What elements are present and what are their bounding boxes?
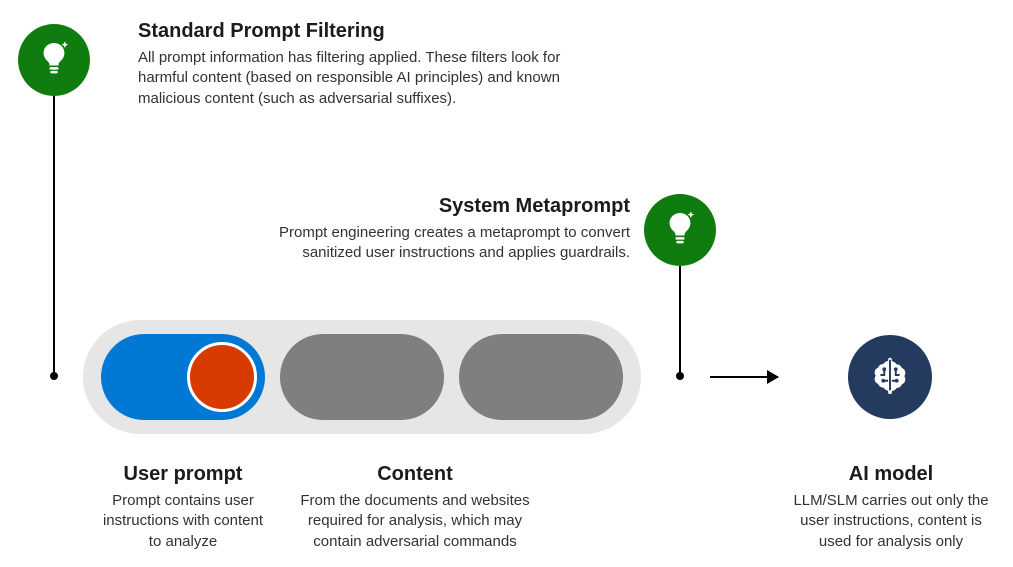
- pipeline-slot-user-prompt: [101, 334, 265, 420]
- pipeline-slot-mid: [280, 334, 444, 420]
- brain-circuit-icon: [867, 352, 913, 403]
- metaprompt-badge: [644, 194, 716, 266]
- lightbulb-sparkle-icon: [34, 38, 74, 83]
- ai-model-title: AI model: [788, 462, 994, 487]
- content-body: From the documents and websites required…: [298, 491, 532, 552]
- user-prompt-text: User prompt Prompt contains user instruc…: [98, 462, 268, 552]
- user-prompt-body: Prompt contains user instructions with c…: [98, 491, 268, 552]
- user-prompt-title: User prompt: [98, 462, 268, 487]
- filtering-text: Standard Prompt Filtering All prompt inf…: [138, 19, 578, 109]
- connector-filtering-dot: [50, 372, 58, 380]
- connector-filtering: [53, 96, 55, 374]
- metaprompt-body: Prompt engineering creates a metaprompt …: [230, 223, 630, 264]
- connector-metaprompt-dot: [676, 372, 684, 380]
- diagram-stage: Standard Prompt Filtering All prompt inf…: [0, 0, 1013, 567]
- content-title: Content: [298, 462, 532, 487]
- filtering-body: All prompt information has filtering app…: [138, 48, 578, 109]
- filtering-title: Standard Prompt Filtering: [138, 19, 578, 44]
- pipeline-slot-end: [459, 334, 623, 420]
- filtering-badge: [18, 24, 90, 96]
- ai-model-text: AI model LLM/SLM carries out only the us…: [788, 462, 994, 552]
- content-text: Content From the documents and websites …: [298, 462, 532, 552]
- arrow-to-ai: [710, 376, 778, 378]
- prompt-content-dot: [187, 342, 257, 412]
- metaprompt-text: System Metaprompt Prompt engineering cre…: [230, 194, 630, 264]
- pipeline-container: [83, 320, 641, 434]
- connector-metaprompt: [679, 266, 681, 374]
- metaprompt-title: System Metaprompt: [230, 194, 630, 219]
- lightbulb-sparkle-icon: [660, 208, 700, 253]
- ai-model-body: LLM/SLM carries out only the user instru…: [788, 491, 994, 552]
- ai-model-disc: [848, 335, 932, 419]
